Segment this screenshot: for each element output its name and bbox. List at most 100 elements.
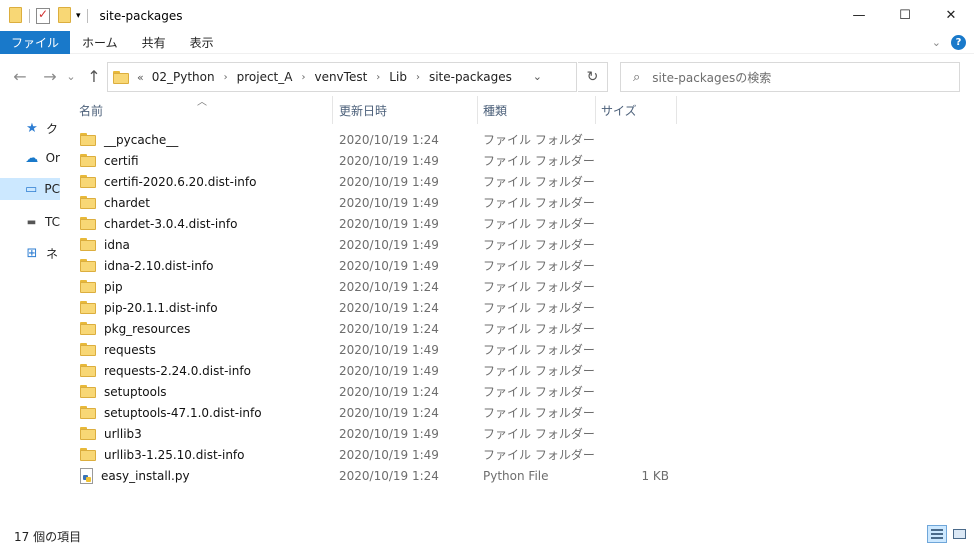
file-type: ファイル フォルダー [483,280,595,294]
tab-file[interactable]: ファイル [0,30,71,54]
file-name-cell: pip-20.1.1.dist-info [80,301,218,315]
file-name: chardet-3.0.4.dist-info [104,216,238,231]
new-folder-icon[interactable] [58,7,72,24]
file-row[interactable]: chardet-3.0.4.dist-info 2020/10/19 1:49 … [75,213,685,234]
folder-icon [80,238,96,251]
file-name: requests [104,342,156,357]
large-icons-view-button[interactable] [949,525,969,543]
close-button[interactable]: ✕ [928,0,974,31]
tab-share[interactable]: 共有 [130,31,178,54]
folder-icon [80,154,96,167]
window-title: site-packages [99,8,183,23]
nav-item-pc[interactable]: ▭ PC [0,178,60,200]
file-row[interactable]: pip 2020/10/19 1:24 ファイル フォルダー [75,276,685,297]
file-row[interactable]: urllib3 2020/10/19 1:49 ファイル フォルダー [75,423,685,444]
overflow-breadcrumb-button[interactable]: « [137,71,144,84]
folder-icon [80,448,96,461]
network-icon: ⊞ [26,245,38,261]
back-button[interactable]: ← [10,65,30,87]
file-date: 2020/10/19 1:24 [339,468,439,483]
breadcrumb-item[interactable]: 02_Python [152,70,215,84]
chevron-right-icon[interactable]: › [416,72,420,83]
file-type: ファイル フォルダー [483,196,595,210]
file-date: 2020/10/19 1:24 [339,384,439,399]
details-view-button[interactable] [927,525,947,543]
minimize-button[interactable]: — [836,0,882,31]
help-icon[interactable]: ? [951,35,966,50]
breadcrumb-item[interactable]: venvTest [314,70,367,84]
chevron-right-icon[interactable]: › [301,72,305,83]
column-divider[interactable] [595,96,596,124]
file-row[interactable]: certifi 2020/10/19 1:49 ファイル フォルダー [75,150,685,171]
file-type: ファイル フォルダー [483,322,595,336]
file-name: idna-2.10.dist-info [104,258,214,273]
file-type: ファイル フォルダー [483,343,595,357]
breadcrumb-item[interactable]: project_A [237,70,293,84]
breadcrumb-item[interactable]: Lib [389,70,407,84]
expand-ribbon-icon[interactable]: ⌄ [932,36,941,49]
maximize-button[interactable]: ☐ [882,0,928,31]
chevron-right-icon[interactable]: › [224,72,228,83]
file-row[interactable]: pkg_resources 2020/10/19 1:24 ファイル フォルダー [75,318,685,339]
status-bar: 17 個の項目 [0,520,974,547]
file-row[interactable]: idna 2020/10/19 1:49 ファイル フォルダー [75,234,685,255]
nav-item-onedrive[interactable]: ☁ Or [0,147,60,169]
folder-icon [80,301,96,314]
folder-icon [113,70,129,84]
column-header-date[interactable]: 更新日時 [335,96,475,124]
file-name-cell: easy_install.py [80,467,190,484]
address-history-dropdown-icon[interactable]: ⌄ [533,70,542,83]
forward-button[interactable]: → [40,65,60,87]
customize-toolbar-icon[interactable]: ▾ [76,11,81,21]
folder-icon [80,364,96,377]
file-date: 2020/10/19 1:24 [339,132,439,147]
file-name: requests-2.24.0.dist-info [104,363,251,378]
nav-item-network[interactable]: ⊞ ネ [0,242,60,264]
breadcrumb-item[interactable]: site-packages [429,70,512,84]
file-name-cell: idna-2.10.dist-info [80,259,214,273]
column-divider[interactable] [477,96,478,124]
column-header-name[interactable]: 名前 [75,96,332,124]
column-divider[interactable] [676,96,677,124]
tab-home[interactable]: ホーム [70,31,130,54]
file-type: Python File [483,468,549,483]
file-row[interactable]: setuptools 2020/10/19 1:24 ファイル フォルダー [75,381,685,402]
tab-view[interactable]: 表示 [178,31,226,54]
chevron-right-icon[interactable]: › [376,72,380,83]
file-row[interactable]: requests 2020/10/19 1:49 ファイル フォルダー [75,339,685,360]
file-name-cell: certifi [80,154,139,168]
item-count: 17 個の項目 [14,530,82,544]
file-date: 2020/10/19 1:49 [339,216,439,231]
large-icons-view-icon [952,529,966,539]
file-date: 2020/10/19 1:49 [339,363,439,378]
monitor-icon: ▭ [25,181,38,197]
file-row[interactable]: chardet 2020/10/19 1:49 ファイル フォルダー [75,192,685,213]
file-date: 2020/10/19 1:24 [339,279,439,294]
nav-item-drive[interactable]: ▬ TC [0,211,60,233]
nav-item-quick-access[interactable]: ★ ク [0,117,60,139]
file-row[interactable]: urllib3-1.25.10.dist-info 2020/10/19 1:4… [75,444,685,465]
file-name-cell: pkg_resources [80,322,190,336]
file-row[interactable]: certifi-2020.6.20.dist-info 2020/10/19 1… [75,171,685,192]
file-row[interactable]: __pycache__ 2020/10/19 1:24 ファイル フォルダー [75,129,685,150]
file-row[interactable]: setuptools-47.1.0.dist-info 2020/10/19 1… [75,402,685,423]
nav-item-label: TC [44,215,60,229]
quick-access-toolbar: ▾ [0,0,94,31]
refresh-button[interactable]: ↻ [578,62,608,92]
file-row[interactable]: easy_install.py 2020/10/19 1:24 Python F… [75,465,685,486]
folder-icon [80,217,96,230]
folder-icon [80,385,96,398]
address-bar[interactable]: « 02_Python › project_A › venvTest › Lib… [107,62,577,92]
properties-icon[interactable] [36,7,50,24]
file-row[interactable]: idna-2.10.dist-info 2020/10/19 1:49 ファイル… [75,255,685,276]
recent-locations-button[interactable]: ⌄ [64,65,78,87]
nav-item-label: ネ [46,246,59,261]
file-row[interactable]: pip-20.1.1.dist-info 2020/10/19 1:24 ファイ… [75,297,685,318]
file-name: setuptools-47.1.0.dist-info [104,405,262,420]
search-input[interactable]: ⌕ site-packagesの検索 [620,62,960,92]
up-button[interactable]: ↑ [84,65,104,87]
file-row[interactable]: requests-2.24.0.dist-info 2020/10/19 1:4… [75,360,685,381]
column-divider[interactable] [332,96,333,124]
column-header-type[interactable]: 種類 [479,96,595,124]
column-header-size[interactable]: サイズ [597,96,675,124]
